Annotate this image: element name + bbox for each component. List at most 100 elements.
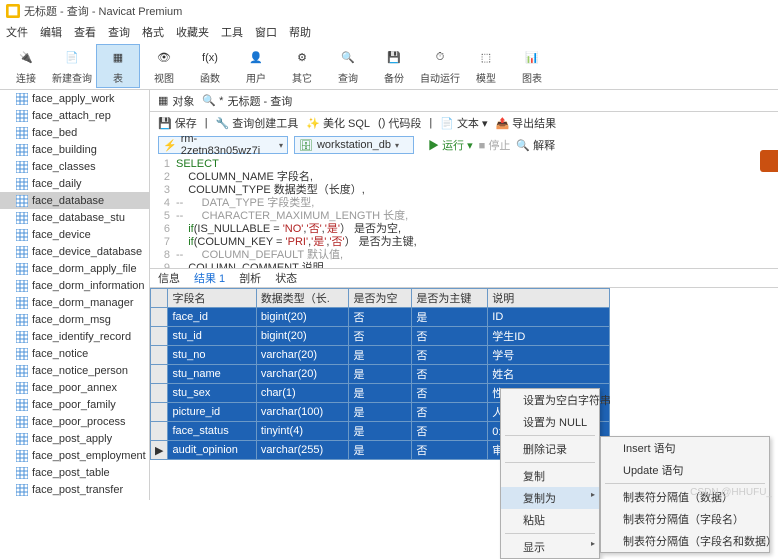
menu-帮助[interactable]: 帮助 — [289, 24, 311, 40]
table-face_bed[interactable]: face_bed — [0, 124, 149, 141]
other-icon: ⚙ — [291, 47, 313, 69]
table-row[interactable]: stu_novarchar(20)是否学号 — [151, 346, 610, 365]
table-face_dorm_apply_file[interactable]: face_dorm_apply_file — [0, 260, 149, 277]
col-header[interactable]: 是否为空 — [349, 289, 412, 308]
table-face_building[interactable]: face_building — [0, 141, 149, 158]
newq-icon: 📄 — [61, 47, 83, 69]
table-row[interactable]: stu_namevarchar(20)是否姓名 — [151, 365, 610, 384]
table-face_notice[interactable]: face_notice — [0, 345, 149, 362]
table-face_attach_rep[interactable]: face_attach_rep — [0, 107, 149, 124]
table-face_post_transfer[interactable]: face_post_transfer — [0, 481, 149, 498]
table-face_post_table[interactable]: face_post_table — [0, 464, 149, 481]
run-button[interactable]: ▶ 运行 ▾ — [428, 137, 473, 153]
tool-auto[interactable]: ⏱自动运行 — [418, 44, 462, 88]
table-face_device_database[interactable]: face_device_database — [0, 243, 149, 260]
menu-编辑[interactable]: 编辑 — [40, 24, 62, 40]
table-face_post_employment[interactable]: face_post_employment — [0, 447, 149, 464]
result-tab-3[interactable]: 状态 — [275, 270, 297, 286]
table-face_dorm_manager[interactable]: face_dorm_manager — [0, 294, 149, 311]
table-face_classes[interactable]: face_classes — [0, 158, 149, 175]
menu-item[interactable]: 设置为空白字符串 — [501, 389, 599, 411]
tool-chart[interactable]: 📊图表 — [510, 44, 554, 88]
result-tabs[interactable]: 信息结果 1 剖析状态 — [150, 268, 778, 288]
snippet-button[interactable]: () 代码段 — [378, 115, 421, 131]
db-combo[interactable]: 🗄workstation_db▾ — [294, 136, 414, 154]
tool-other[interactable]: ⚙其它 — [280, 44, 324, 88]
menu-窗口[interactable]: 窗口 — [255, 24, 277, 40]
table-face_poor_process[interactable]: face_poor_process — [0, 413, 149, 430]
table-face_identify_record[interactable]: face_identify_record — [0, 328, 149, 345]
menu-item[interactable]: Update 语句 — [601, 459, 769, 481]
table-face_dorm_msg[interactable]: face_dorm_msg — [0, 311, 149, 328]
menu-item[interactable]: 制表符分隔值（字段名） — [601, 508, 769, 530]
col-header[interactable]: 数据类型（长. — [256, 289, 349, 308]
table-icon — [16, 280, 28, 292]
export-button[interactable]: 📤 导出结果 — [495, 115, 556, 131]
beautify-button[interactable]: ✨ 美化 SQL — [306, 115, 370, 131]
col-header[interactable]: 是否为主键 — [412, 289, 488, 308]
tool-view[interactable]: 👁视图 — [142, 44, 186, 88]
table-face_dorm_information[interactable]: face_dorm_information — [0, 277, 149, 294]
tool-model[interactable]: ⬚模型 — [464, 44, 508, 88]
tool-table[interactable]: ▦表 — [96, 44, 140, 88]
explain-button[interactable]: 🔍 解释 — [516, 137, 555, 153]
menu-item[interactable]: 复制 — [501, 465, 599, 487]
menu-item[interactable]: 删除记录 — [501, 438, 599, 460]
menu-收藏夹[interactable]: 收藏夹 — [176, 24, 209, 40]
connection-row: ⚡rm-2zetn83n05wz7i▾ 🗄workstation_db▾ ▶ 运… — [150, 134, 778, 156]
menu-item[interactable]: 复制为▸ — [501, 487, 599, 509]
menu-item[interactable]: Insert 语句 — [601, 437, 769, 459]
tool-user[interactable]: 👤用户 — [234, 44, 278, 88]
table-face_post_apply[interactable]: face_post_apply — [0, 430, 149, 447]
tool-newq[interactable]: 📄新建查询 — [50, 44, 94, 88]
table-face_notice_person[interactable]: face_notice_person — [0, 362, 149, 379]
table-icon — [16, 331, 28, 343]
table-icon — [16, 297, 28, 309]
editor-tabs[interactable]: ▦ 对象 🔍 *无标题 - 查询 — [150, 90, 778, 112]
title-bar: 无标题 - 查询 - Navicat Premium — [0, 0, 778, 22]
table-face_apply_work[interactable]: face_apply_work — [0, 90, 149, 107]
menu-工具[interactable]: 工具 — [221, 24, 243, 40]
stop-button: ■ 停止 — [479, 137, 511, 153]
table-row[interactable]: face_idbigint(20)否是ID — [151, 308, 610, 327]
result-tab-2[interactable]: 剖析 — [239, 270, 261, 286]
tab-query[interactable]: 🔍 *无标题 - 查询 — [202, 93, 292, 109]
table-face_poor_family[interactable]: face_poor_family — [0, 396, 149, 413]
menu-item[interactable]: 显示▸ — [501, 536, 599, 558]
menu-item[interactable]: 设置为 NULL — [501, 411, 599, 433]
table-face_device[interactable]: face_device — [0, 226, 149, 243]
tab-objects[interactable]: ▦ 对象 — [158, 93, 194, 109]
result-tab-0[interactable]: 信息 — [158, 270, 180, 286]
menu-bar[interactable]: 文件编辑查看查询格式收藏夹工具窗口帮助 — [0, 22, 778, 42]
menu-查看[interactable]: 查看 — [74, 24, 96, 40]
text-button[interactable]: 📄 文本 ▾ — [440, 115, 487, 131]
menu-item[interactable]: 粘贴 — [501, 509, 599, 531]
tool-backup[interactable]: 💾备份 — [372, 44, 416, 88]
col-header[interactable]: 字段名 — [168, 289, 256, 308]
builder-button[interactable]: 🔧 查询创建工具 — [216, 115, 299, 131]
context-menu[interactable]: 设置为空白字符串设置为 NULL 删除记录复制复制为▸粘贴显示▸ — [500, 388, 600, 559]
table-face_poor_annex[interactable]: face_poor_annex — [0, 379, 149, 396]
tool-query[interactable]: 🔍查询 — [326, 44, 370, 88]
object-sidebar[interactable]: face_apply_workface_attach_repface_bedfa… — [0, 90, 150, 500]
menu-文件[interactable]: 文件 — [6, 24, 28, 40]
table-face_database[interactable]: face_database — [0, 192, 149, 209]
table-face_daily[interactable]: face_daily — [0, 175, 149, 192]
tool-fx[interactable]: f(x)函数 — [188, 44, 232, 88]
menu-查询[interactable]: 查询 — [108, 24, 130, 40]
col-header[interactable]: 说明 — [488, 289, 610, 308]
tool-plug[interactable]: 🔌连接 — [4, 44, 48, 88]
table-icon — [16, 365, 28, 377]
result-tab-1[interactable]: 结果 1 — [194, 270, 225, 286]
save-button[interactable]: 💾 保存 — [158, 115, 197, 131]
table-face_database_stu[interactable]: face_database_stu — [0, 209, 149, 226]
server-combo[interactable]: ⚡rm-2zetn83n05wz7i▾ — [158, 136, 288, 154]
table-icon — [16, 161, 28, 173]
table-row[interactable]: stu_idbigint(20)否否学生ID — [151, 327, 610, 346]
menu-item[interactable]: 制表符分隔值（字段名和数据） — [601, 530, 769, 552]
sql-editor[interactable]: 123456789 SELECT COLUMN_NAME 字段名, COLUMN… — [150, 156, 778, 268]
menu-格式[interactable]: 格式 — [142, 24, 164, 40]
editor-actions: 💾 保存 | 🔧 查询创建工具 ✨ 美化 SQL () 代码段 | 📄 文本 ▾… — [150, 112, 778, 134]
code-body[interactable]: SELECT COLUMN_NAME 字段名, COLUMN_TYPE 数据类型… — [176, 158, 417, 266]
main-toolbar: 🔌连接📄新建查询▦表👁视图f(x)函数👤用户⚙其它🔍查询💾备份⏱自动运行⬚模型📊… — [0, 42, 778, 90]
